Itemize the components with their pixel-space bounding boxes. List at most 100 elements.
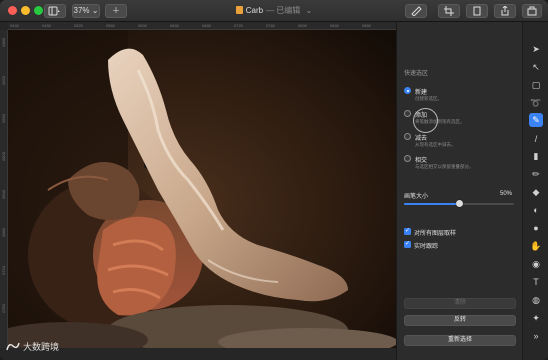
ruler-tick: 0440 xyxy=(10,23,19,28)
edited-status: — 已编辑 xyxy=(266,6,301,15)
option-intersect-desc: 与选区相交以保留重叠部分。 xyxy=(415,164,474,169)
document-name: Carb xyxy=(245,6,264,15)
lasso-icon[interactable]: ➰ xyxy=(529,96,543,110)
hermit-crab-photo xyxy=(8,30,396,348)
watermark-logo-icon xyxy=(6,342,20,351)
ruler-tick: 0680 xyxy=(202,23,211,28)
slider-knob[interactable] xyxy=(455,200,463,207)
radio-subtract[interactable] xyxy=(404,133,411,140)
zoom-select[interactable]: 37% ⌄ xyxy=(72,4,100,18)
ruler-tick: 0640 xyxy=(1,190,6,199)
checkmark-icon: ✓ xyxy=(404,228,411,235)
ruler-top: 0440 0480 0520 0560 0600 0640 0680 0720 … xyxy=(8,22,396,30)
quick-select-icon[interactable]: ✎ xyxy=(529,113,543,127)
eraser-icon[interactable]: ◆ xyxy=(529,185,543,199)
option-new-desc: 创建新选区。 xyxy=(415,96,442,101)
document-export-icon xyxy=(473,6,481,16)
close-window-button[interactable] xyxy=(8,6,17,15)
ruler-tick: 0480 xyxy=(42,23,51,28)
image-canvas[interactable] xyxy=(8,30,396,348)
sparkle-icon[interactable]: ✦ xyxy=(529,311,543,325)
radio-add[interactable] xyxy=(404,110,411,117)
ruler-tick: 0520 xyxy=(1,76,6,85)
share-button[interactable] xyxy=(494,4,516,18)
ruler-tick: 0640 xyxy=(170,23,179,28)
chevron-down-icon: ⌄ xyxy=(89,6,99,15)
watermark: 大数跨境 xyxy=(6,340,59,353)
circle-icon[interactable]: ◉ xyxy=(529,257,543,271)
add-button[interactable]: ＋ xyxy=(105,4,127,18)
zoom-value: 37% xyxy=(73,6,90,15)
pen-icon xyxy=(411,6,422,16)
checkmark-icon: ✓ xyxy=(404,241,411,248)
more-icon[interactable]: » xyxy=(529,329,543,343)
sample-all-layers-checkbox[interactable]: ✓ 对所有图层取样 xyxy=(404,228,514,237)
ruler-tick: 0560 xyxy=(106,23,115,28)
ruler-tick: 0760 xyxy=(266,23,275,28)
option-new-label: 新建 xyxy=(415,90,428,96)
brush-size-label: 画笔大小 xyxy=(404,194,429,200)
ruler-tick: 0880 xyxy=(362,23,371,28)
ruler-tick: 0800 xyxy=(298,23,307,28)
chevron-down-icon: ⌄ xyxy=(303,6,313,15)
title-bar: 37% ⌄ ＋ Carb — 已编辑 ⌄ xyxy=(0,0,548,22)
ruler-left: 0480 0520 0560 0600 0640 0680 0720 0760 xyxy=(0,30,8,348)
tools-strip: ➤ ↖ ▢ ➰ ✎ / ▮ ✏ ◆ ◐ ● ✋ ◉ T ◍ ✦ » xyxy=(522,22,548,360)
option-new[interactable]: 新建 创建新选区。 xyxy=(404,87,516,105)
reset-selection-button[interactable]: 重新选择 xyxy=(404,335,516,346)
ruler-tick: 0720 xyxy=(1,266,6,275)
sample-all-layers-label: 对所有图层取样 xyxy=(414,231,457,237)
document-icon xyxy=(235,6,243,14)
share-icon xyxy=(501,6,509,16)
ruler-tick: 0720 xyxy=(234,23,243,28)
smudge-icon[interactable]: ✋ xyxy=(529,239,543,253)
panel-title: 快速选区 xyxy=(404,71,429,77)
option-subtract[interactable]: 减去 从现有选区中减去。 xyxy=(404,133,516,151)
option-intersect[interactable]: 相交 与选区相交以保留重叠部分。 xyxy=(404,155,516,173)
slider-fill xyxy=(404,203,459,205)
sidebar-icon xyxy=(48,6,60,16)
arrow-icon[interactable]: ↖ xyxy=(529,60,543,74)
clear-button[interactable]: 清除 xyxy=(404,298,516,309)
pencil-icon[interactable]: ✏ xyxy=(529,167,543,181)
radio-intersect[interactable] xyxy=(404,155,411,162)
ruler-tick: 0600 xyxy=(138,23,147,28)
ruler-tick: 0600 xyxy=(1,152,6,161)
option-intersect-label: 相交 xyxy=(415,158,428,164)
app-window: 37% ⌄ ＋ Carb — 已编辑 ⌄ 0440 0480 0520 0560 … xyxy=(0,0,548,360)
ruler-tick: 0520 xyxy=(74,23,83,28)
bucket-icon[interactable]: ▮ xyxy=(529,149,543,163)
brush-size-slider[interactable] xyxy=(404,200,514,207)
live-tracking-label: 实时跟踪 xyxy=(414,244,439,250)
clone-icon[interactable]: ◐ xyxy=(529,203,543,217)
ruler-tick: 0840 xyxy=(330,23,339,28)
sponge-icon[interactable]: ● xyxy=(529,221,543,235)
ruler-tick: 0560 xyxy=(1,114,6,123)
maximize-window-button[interactable] xyxy=(34,6,43,15)
ruler-tick: 0680 xyxy=(1,228,6,237)
color-icon[interactable]: ◍ xyxy=(529,293,543,307)
export-button[interactable] xyxy=(466,4,488,18)
type-icon[interactable]: T xyxy=(529,275,543,289)
plus-icon: ＋ xyxy=(112,6,120,15)
crop-icon xyxy=(444,6,454,16)
ruler-tick: 0480 xyxy=(1,38,6,47)
watermark-text: 大数跨境 xyxy=(23,342,60,352)
crop-button[interactable] xyxy=(438,4,460,18)
ruler-tick: 0760 xyxy=(1,304,6,313)
live-tracking-checkbox[interactable]: ✓ 实时跟踪 xyxy=(404,241,514,250)
radio-new[interactable] xyxy=(404,87,411,94)
rect-select-icon[interactable]: ▢ xyxy=(529,78,543,92)
brush-size-value: 50% xyxy=(500,191,513,197)
paintbrush-icon[interactable]: / xyxy=(529,132,543,146)
tools-palette-button[interactable] xyxy=(522,4,542,18)
invert-button[interactable]: 反转 xyxy=(404,315,516,326)
sidebar-toggle-button[interactable] xyxy=(44,4,66,18)
option-subtract-label: 减去 xyxy=(415,136,428,142)
briefcase-icon xyxy=(527,6,537,16)
pen-tool-button[interactable] xyxy=(405,4,427,18)
option-subtract-desc: 从现有选区中减去。 xyxy=(415,142,456,147)
navigate-icon[interactable]: ➤ xyxy=(529,42,543,56)
mouse-cursor-ring xyxy=(413,108,438,133)
minimize-window-button[interactable] xyxy=(21,6,30,15)
